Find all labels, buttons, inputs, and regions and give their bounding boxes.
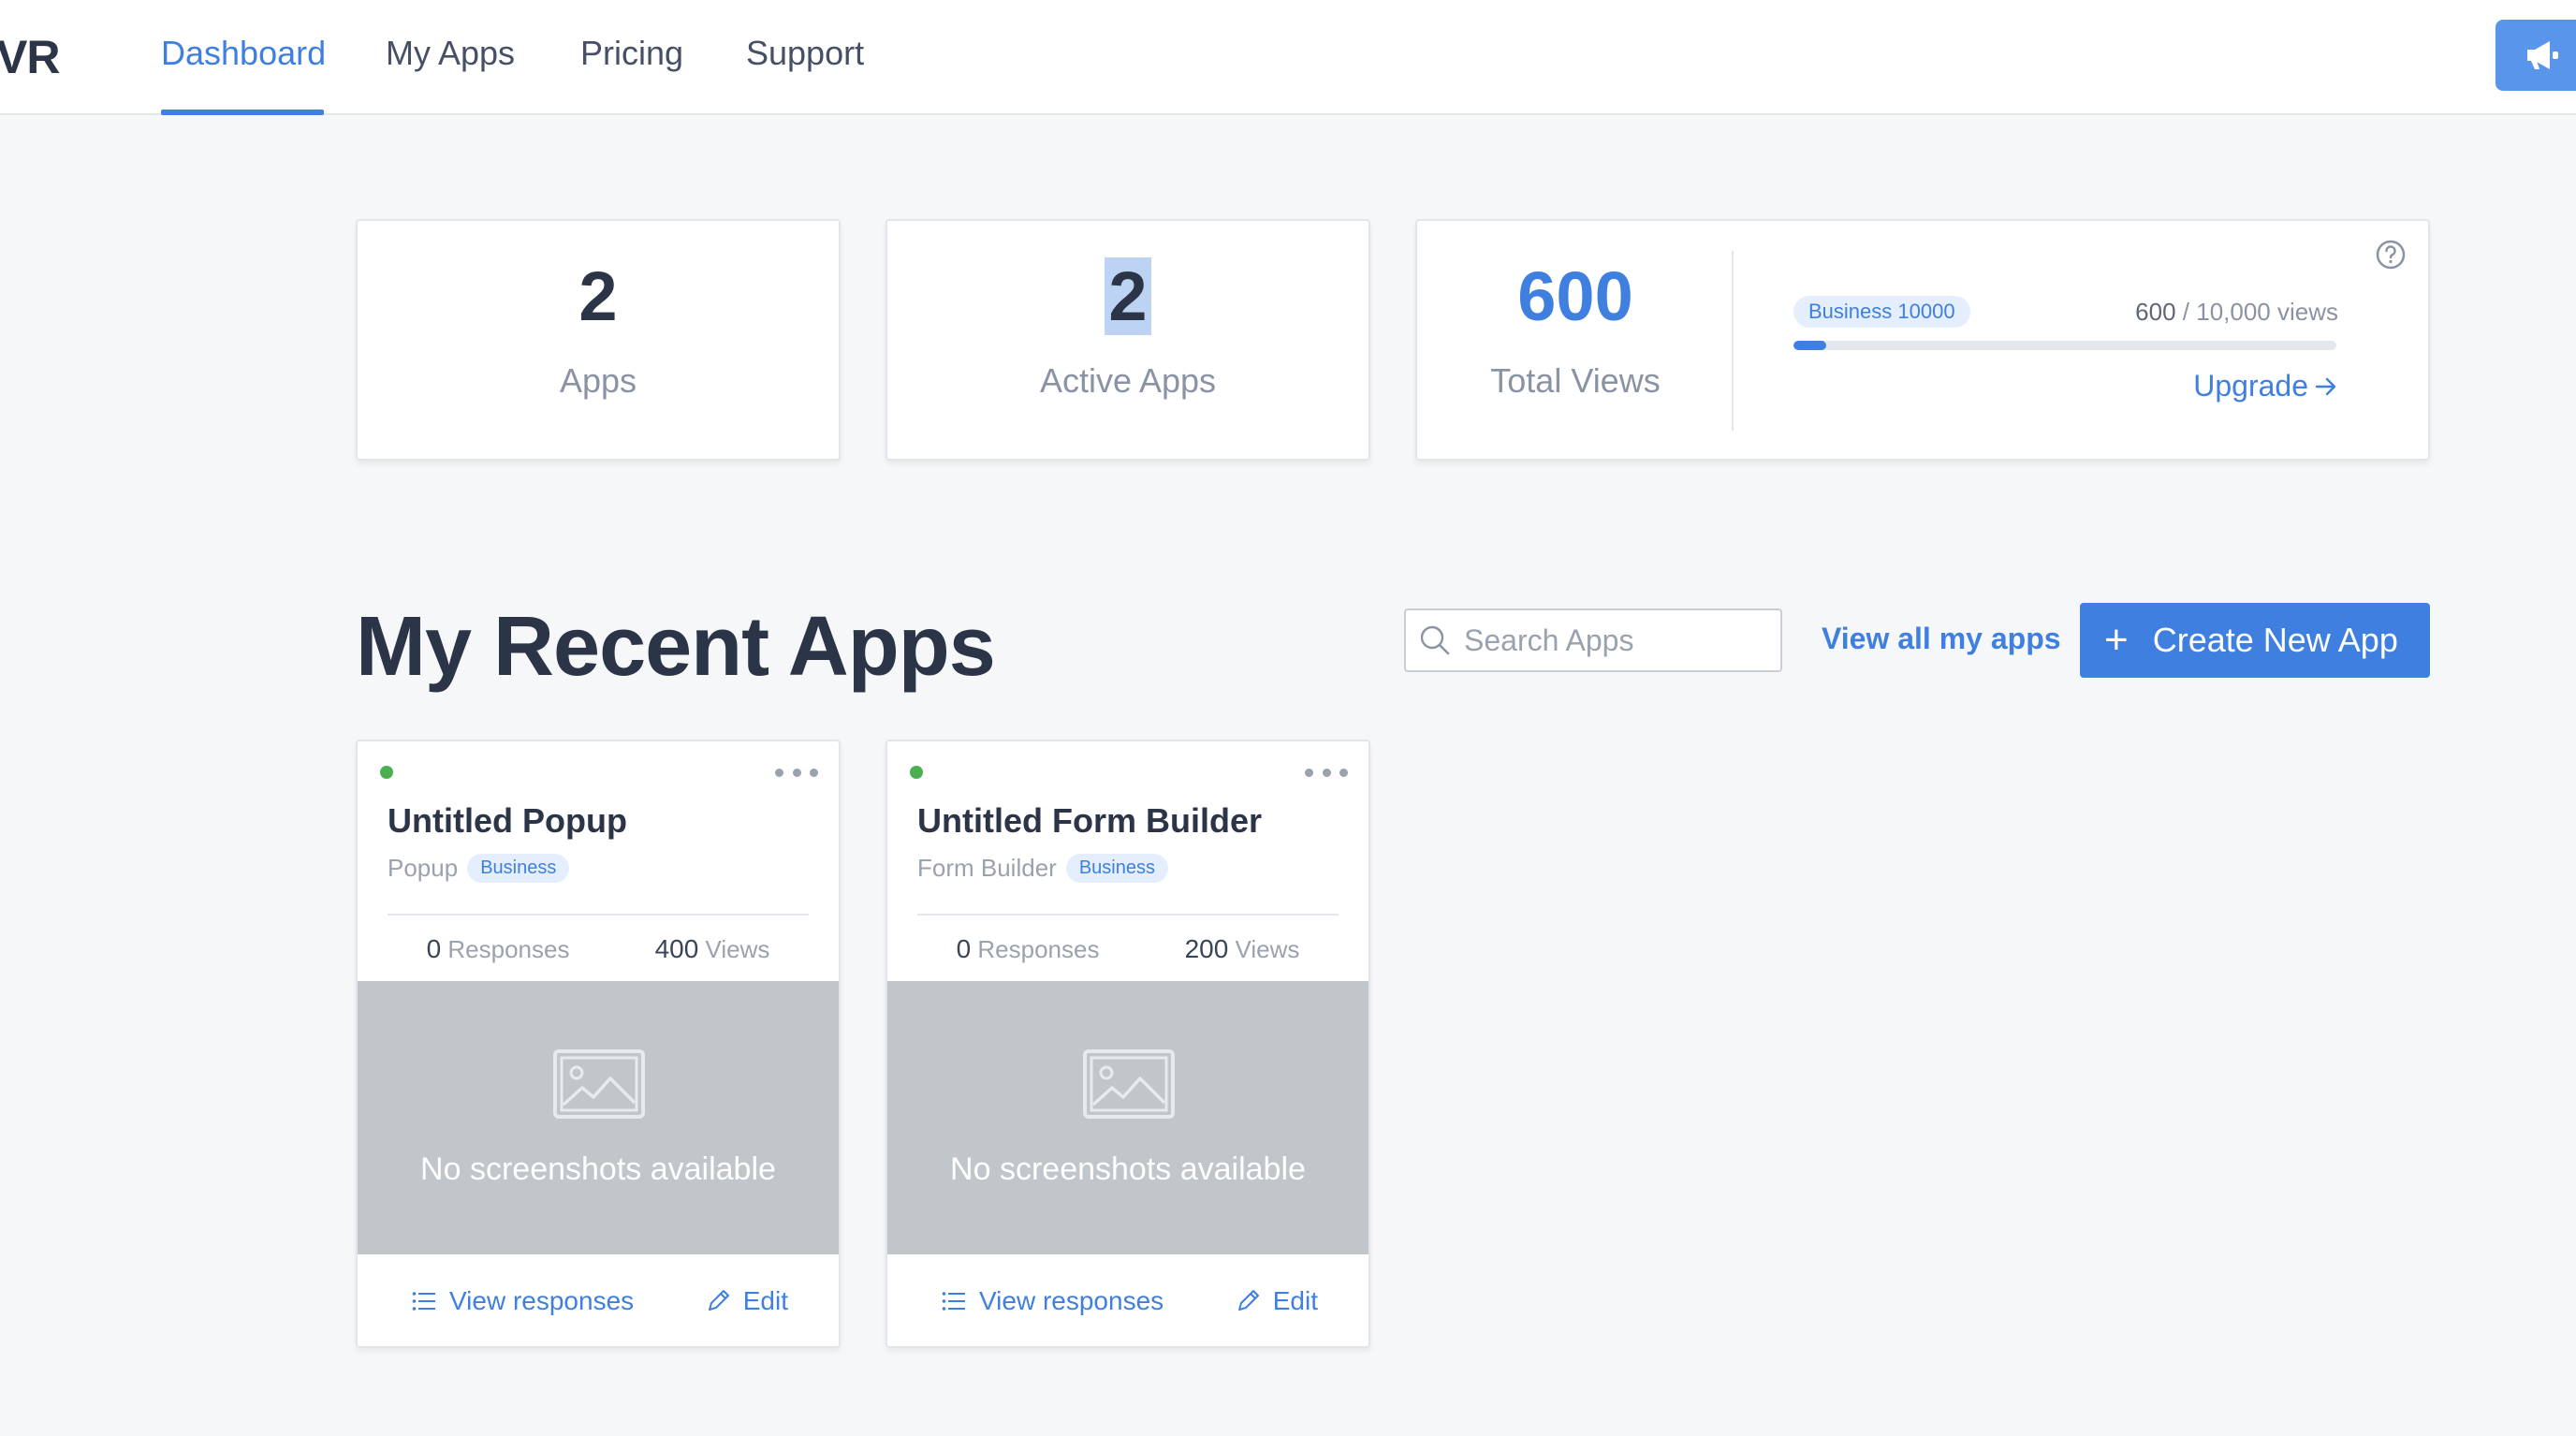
app-responses: 0 Responses <box>427 934 570 964</box>
search-icon <box>1420 625 1450 655</box>
view-responses-label: View responses <box>979 1286 1164 1315</box>
view-responses-button[interactable]: View responses <box>412 1286 634 1316</box>
pencil-icon <box>708 1290 729 1311</box>
views-usage-text: 600 / 10,000 views <box>2135 298 2338 327</box>
app-card[interactable]: Untitled Popup Popup Business 0 Response… <box>356 740 841 1348</box>
search-input[interactable] <box>1462 622 1780 659</box>
app-plan-badge: Business <box>467 854 570 883</box>
megaphone-icon <box>2527 41 2558 69</box>
app-views: 200 Views <box>1185 934 1300 964</box>
stat-active-apps-label: Active Apps <box>1039 361 1217 400</box>
create-new-app-button[interactable]: + Create New App <box>2080 603 2430 678</box>
app-responses-count: 0 <box>426 934 442 963</box>
edit-label: Edit <box>1272 1286 1318 1315</box>
screenshot-placeholder: No screenshots available <box>358 981 839 1254</box>
app-views-label: Views <box>1235 935 1300 963</box>
stat-card-active-apps: 2 Active Apps <box>886 219 1370 461</box>
create-new-app-label: Create New App <box>2152 621 2398 659</box>
app-views-count: 200 <box>1184 934 1229 963</box>
card-divider <box>917 914 1339 916</box>
view-responses-label: View responses <box>449 1286 635 1315</box>
upgrade-link[interactable]: Upgrade <box>2193 369 2338 403</box>
app-views: 400 Views <box>655 934 770 964</box>
list-icon <box>412 1292 435 1311</box>
image-icon <box>1083 1049 1175 1119</box>
no-screenshot-text: No screenshots available <box>950 1151 1306 1187</box>
upgrade-label: Upgrade <box>2193 369 2308 403</box>
app-responses-label: Responses <box>447 935 570 963</box>
app-responses-label: Responses <box>977 935 1100 963</box>
pencil-icon <box>1237 1290 1259 1311</box>
edit-label: Edit <box>742 1286 788 1315</box>
views-limit: / 10,000 views <box>2175 298 2338 326</box>
app-views-label: Views <box>705 935 770 963</box>
section-title-recent-apps: My Recent Apps <box>356 600 996 694</box>
card-divider <box>388 914 809 916</box>
tab-pricing[interactable]: Pricing <box>580 34 683 73</box>
tab-dashboard[interactable]: Dashboard <box>161 34 326 73</box>
status-active-dot <box>910 766 923 779</box>
active-tab-indicator <box>161 110 324 115</box>
stat-views-label: Total Views <box>1490 361 1661 400</box>
views-progress-bar <box>1793 341 2336 350</box>
stat-apps-value: 2 <box>578 257 618 335</box>
arrow-right-icon <box>2315 377 2336 395</box>
views-progress-fill <box>1793 341 1826 350</box>
announcements-button[interactable] <box>2496 20 2576 91</box>
app-responses-count: 0 <box>956 934 972 963</box>
app-type: Popup <box>388 854 459 882</box>
no-screenshot-text: No screenshots available <box>420 1151 776 1187</box>
plan-badge: Business 10000 <box>1793 296 1970 328</box>
app-meta: Form Builder Business <box>917 854 1168 883</box>
app-title[interactable]: Untitled Form Builder <box>917 801 1262 841</box>
status-active-dot <box>380 766 393 779</box>
card-actions: View responses Edit <box>358 1254 839 1346</box>
plus-icon: + <box>2104 617 2129 663</box>
app-type: Form Builder <box>917 854 1057 882</box>
stat-active-apps-value: 2 <box>1105 257 1151 335</box>
app-stats: 0 Responses 400 Views <box>358 934 839 964</box>
app-meta: Popup Business <box>388 854 570 883</box>
stat-card-views: 600 Total Views Business 10000 600 / 10,… <box>1415 219 2430 461</box>
top-navbar: VR Dashboard My Apps Pricing Support <box>0 0 2576 115</box>
app-plan-badge: Business <box>1065 854 1168 883</box>
edit-button[interactable]: Edit <box>1236 1286 1318 1316</box>
more-options-icon[interactable] <box>775 762 818 783</box>
search-box[interactable] <box>1404 608 1782 672</box>
app-title[interactable]: Untitled Popup <box>388 801 627 841</box>
list-icon <box>942 1292 965 1311</box>
card-actions: View responses Edit <box>887 1254 1368 1346</box>
views-summary: 600 Total Views <box>1417 221 1734 461</box>
image-icon <box>553 1049 645 1119</box>
more-options-icon[interactable] <box>1305 762 1348 783</box>
tab-my-apps[interactable]: My Apps <box>386 34 515 73</box>
screenshot-placeholder: No screenshots available <box>887 981 1368 1254</box>
app-responses: 0 Responses <box>957 934 1100 964</box>
edit-button[interactable]: Edit <box>706 1286 788 1316</box>
app-card[interactable]: Untitled Form Builder Form Builder Busin… <box>886 740 1370 1348</box>
views-used: 600 <box>2135 298 2176 326</box>
question-circle-icon[interactable] <box>2374 238 2408 271</box>
app-stats: 0 Responses 200 Views <box>887 934 1368 964</box>
view-responses-button[interactable]: View responses <box>942 1286 1164 1316</box>
app-views-count: 400 <box>654 934 699 963</box>
stat-card-apps: 2 Apps <box>356 219 841 461</box>
views-divider <box>1732 251 1734 431</box>
tab-support[interactable]: Support <box>746 34 864 73</box>
stat-apps-label: Apps <box>559 361 637 400</box>
app-logo[interactable]: VR <box>0 30 60 84</box>
stat-views-value: 600 <box>1517 257 1633 335</box>
view-all-apps-link[interactable]: View all my apps <box>1822 622 2061 656</box>
